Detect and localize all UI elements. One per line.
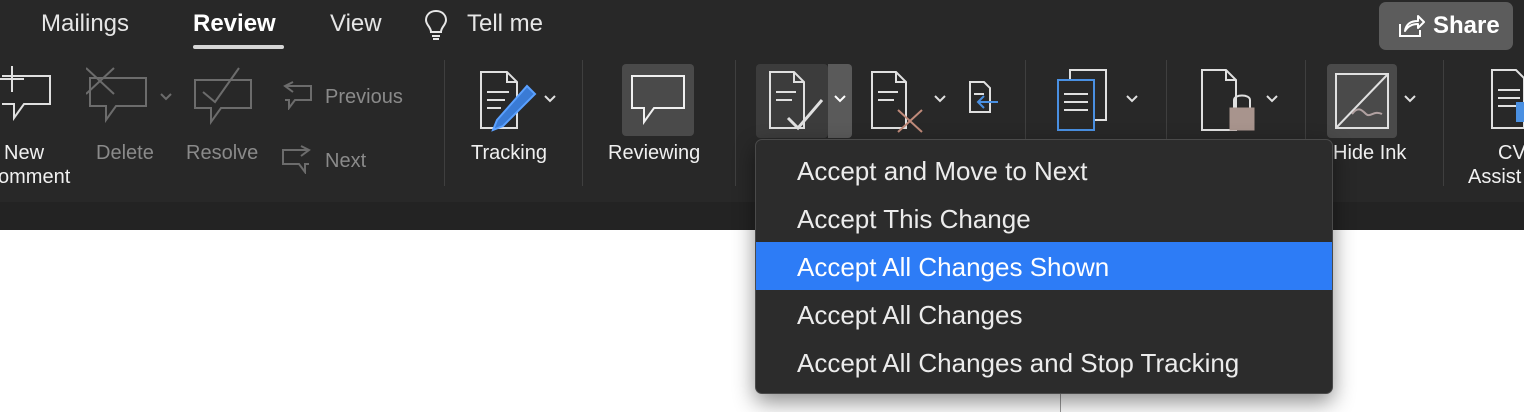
tab-mailings[interactable]: Mailings: [41, 10, 129, 38]
menu-item-accept-all-changes-shown[interactable]: Accept All Changes Shown: [756, 242, 1332, 290]
tab-review[interactable]: Review: [193, 10, 276, 38]
tab-view[interactable]: View: [330, 10, 382, 38]
cv-assistant-label-2: Assist: [1468, 166, 1522, 188]
chevron-down-icon: [160, 93, 172, 101]
tracking-icon: [480, 71, 537, 132]
chevron-down-icon: [1126, 95, 1138, 103]
cv-assistant-label-1: CV: [1498, 142, 1524, 164]
share-icon: [1399, 15, 1425, 37]
reviewing-pane-icon: [631, 75, 685, 126]
previous-change-icon[interactable]: [966, 80, 1000, 114]
active-tab-indicator: [193, 45, 284, 49]
accept-icon: [769, 71, 824, 131]
menu-item-accept-all-stop-tracking[interactable]: Accept All Changes and Stop Tracking: [756, 338, 1332, 386]
hide-ink-label: Hide Ink: [1333, 142, 1407, 164]
menu-item-label: Accept This Change: [797, 204, 1031, 234]
reject-icon: [871, 71, 923, 133]
chevron-down-icon: [544, 95, 556, 103]
lightbulb-icon[interactable]: [423, 8, 449, 42]
reviewing-label: Reviewing: [608, 142, 701, 164]
compare-icon: [1057, 69, 1107, 131]
ribbon-separator: [582, 60, 583, 186]
next-comment-icon: [282, 145, 311, 174]
chevron-down-icon: [934, 95, 946, 103]
menu-item-accept-all-changes[interactable]: Accept All Changes: [756, 290, 1332, 338]
ribbon-tab-bar: Mailings Review View Tell me Share: [0, 0, 1524, 56]
new-comment-label-2: omment: [0, 166, 71, 188]
chevron-down-icon: [1266, 95, 1278, 103]
menu-item-label: Accept All Changes Shown: [797, 252, 1110, 282]
accept-dropdown-menu: Accept and Move to Next Accept This Chan…: [755, 139, 1333, 394]
resolve-label: Resolve: [186, 142, 259, 164]
previous-comment-icon: [283, 81, 312, 110]
tracking-label: Tracking: [471, 142, 547, 164]
new-comment-label-1: New: [4, 142, 45, 164]
menu-item-label: Accept All Changes and Stop Tracking: [797, 348, 1240, 378]
delete-comment-icon: [86, 67, 147, 124]
cv-assistant-icon: [1491, 69, 1524, 129]
new-comment-icon: [0, 66, 51, 122]
protect-icon: [1201, 69, 1255, 131]
ribbon-separator: [1443, 60, 1444, 186]
share-label: Share: [1433, 12, 1500, 39]
menu-item-label: Accept and Move to Next: [797, 156, 1088, 186]
chevron-down-icon: [834, 95, 846, 103]
hide-ink-icon: [1335, 73, 1389, 129]
resolve-comment-icon: [194, 67, 252, 126]
accept-dropdown-button[interactable]: [828, 64, 852, 138]
chevron-down-icon: [1404, 95, 1416, 103]
previous-label: Previous: [325, 86, 403, 108]
share-button[interactable]: Share: [1379, 2, 1513, 50]
delete-label: Delete: [96, 142, 154, 164]
next-label: Next: [325, 150, 367, 172]
ribbon-separator: [735, 60, 736, 186]
tell-me-search[interactable]: Tell me: [467, 10, 543, 38]
menu-item-label: Accept All Changes: [797, 300, 1023, 330]
menu-item-accept-this-change[interactable]: Accept This Change: [756, 194, 1332, 242]
ribbon-separator: [444, 60, 445, 186]
menu-item-accept-and-move-next[interactable]: Accept and Move to Next: [756, 146, 1332, 194]
